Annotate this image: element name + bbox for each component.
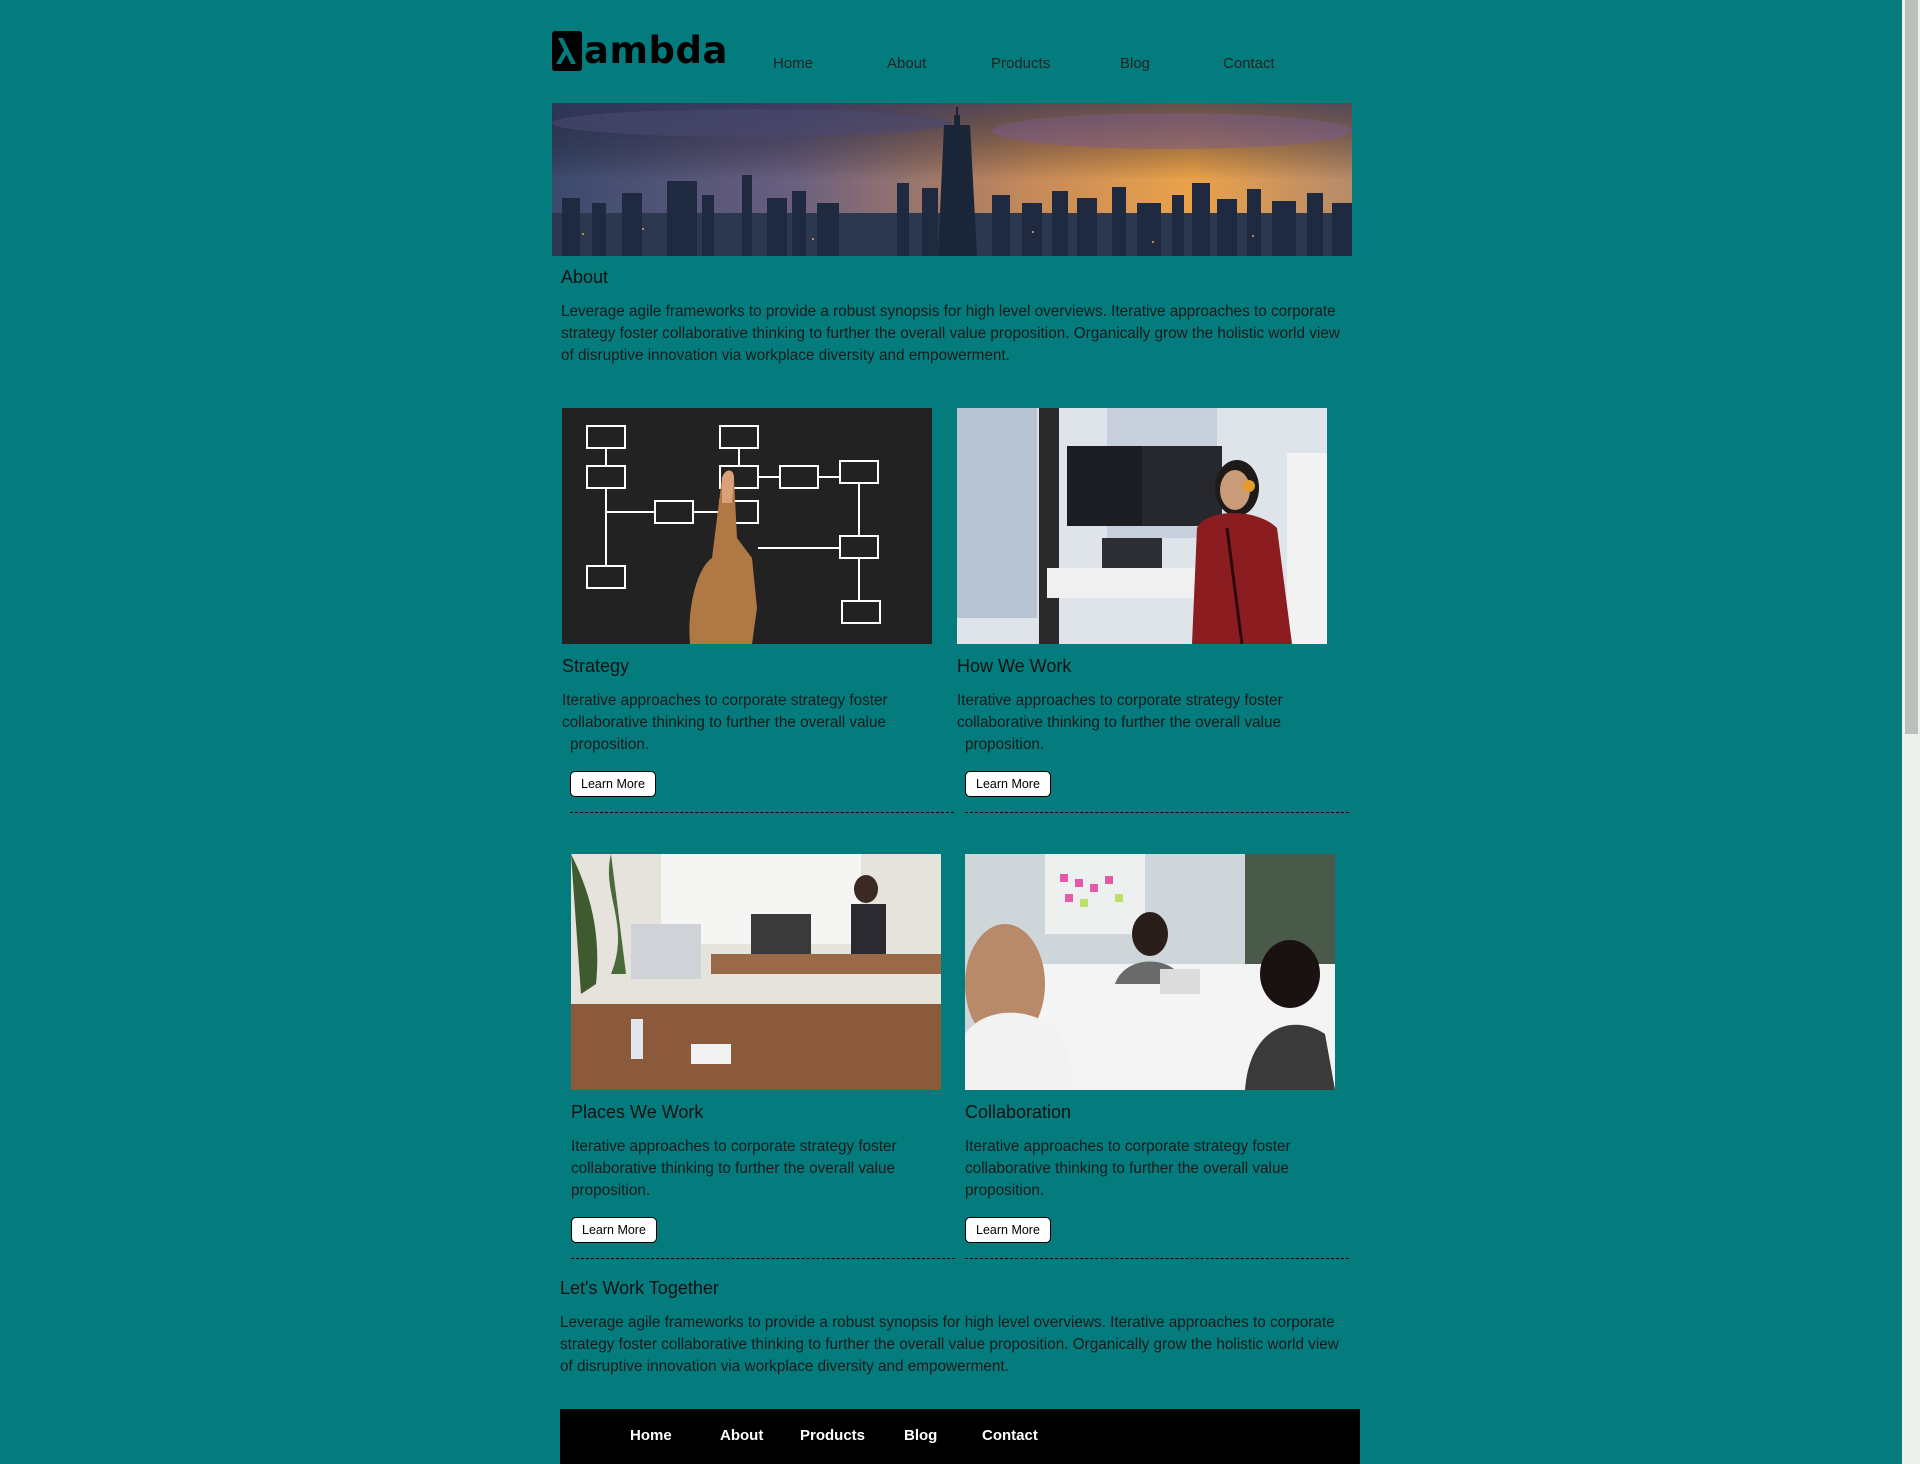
card-collaboration-text: Iterative approaches to corporate strate… xyxy=(965,1136,1335,1202)
nav-home[interactable]: Home xyxy=(773,55,813,72)
card-places-we-work-line3: proposition. xyxy=(571,1182,651,1199)
strategy-learn-more-button[interactable]: Learn More xyxy=(570,771,656,797)
footer-nav-blog[interactable]: Blog xyxy=(904,1427,937,1444)
about-text: Leverage agile frameworks to provide a r… xyxy=(561,303,1340,364)
card-places-we-work-title: Places We Work xyxy=(571,1102,704,1122)
card-strategy-line3: proposition. xyxy=(570,736,650,753)
scrollbar-thumb[interactable] xyxy=(1905,0,1918,734)
places-we-work-image xyxy=(571,854,941,1090)
nav-about[interactable]: About xyxy=(887,55,926,72)
card-collaboration-title: Collaboration xyxy=(965,1102,1072,1122)
vertical-scrollbar[interactable] xyxy=(1902,0,1920,1464)
work-together-heading: Let's Work Together xyxy=(560,1278,719,1298)
divider xyxy=(965,812,1349,813)
places-we-work-learn-more-button[interactable]: Learn More xyxy=(571,1217,657,1243)
card-strategy-line1: Iterative approaches to corporate strate… xyxy=(562,692,888,709)
card-how-we-work-line3: proposition. xyxy=(965,736,1045,753)
footer-nav-home[interactable]: Home xyxy=(630,1427,672,1444)
how-we-work-learn-more-button[interactable]: Learn More xyxy=(965,771,1051,797)
divider xyxy=(570,812,954,813)
card-how-we-work-line1: Iterative approaches to corporate strate… xyxy=(957,692,1283,709)
nav-products[interactable]: Products xyxy=(991,55,1050,72)
card-places-we-work-text: Iterative approaches to corporate strate… xyxy=(571,1136,941,1202)
collaboration-learn-more-button[interactable]: Learn More xyxy=(965,1217,1051,1243)
strategy-image xyxy=(562,408,932,644)
card-how-we-work-title: How We Work xyxy=(957,656,1072,676)
page: ambda Home About Products Blog Contact A… xyxy=(0,0,1920,1464)
card-strategy-text: Iterative approaches to corporate strate… xyxy=(562,690,932,756)
footer-nav-contact[interactable]: Contact xyxy=(982,1427,1038,1444)
footer-nav: Home About Products Blog Contact xyxy=(560,1409,1360,1464)
about-heading: About xyxy=(561,267,609,287)
card-places-we-work-line1: Iterative approaches to corporate strate… xyxy=(571,1138,897,1155)
card-how-we-work-text: Iterative approaches to corporate strate… xyxy=(957,690,1327,756)
hero-skyline-image xyxy=(552,103,1352,256)
card-strategy-line2: collaborative thinking to further the ov… xyxy=(562,714,886,731)
lambda-icon xyxy=(552,31,582,71)
card-collaboration-line2: collaborative thinking to further the ov… xyxy=(965,1160,1289,1177)
divider xyxy=(571,1258,955,1259)
card-strategy-title: Strategy xyxy=(562,656,630,676)
how-we-work-image xyxy=(957,408,1327,644)
card-how-we-work-line2: collaborative thinking to further the ov… xyxy=(957,714,1281,731)
lambda-logo[interactable]: ambda xyxy=(552,30,727,72)
footer-nav-products[interactable]: Products xyxy=(800,1427,865,1444)
card-collaboration-line1: Iterative approaches to corporate strate… xyxy=(965,1138,1291,1155)
nav-contact[interactable]: Contact xyxy=(1223,55,1275,72)
footer-nav-about[interactable]: About xyxy=(720,1427,763,1444)
divider xyxy=(965,1258,1349,1259)
nav-blog[interactable]: Blog xyxy=(1120,55,1150,72)
card-collaboration-line3: proposition. xyxy=(965,1182,1045,1199)
card-places-we-work-line2: collaborative thinking to further the ov… xyxy=(571,1160,895,1177)
collaboration-image xyxy=(965,854,1335,1090)
work-together-text: Leverage agile frameworks to provide a r… xyxy=(560,1314,1339,1375)
logo-text: ambda xyxy=(584,29,728,72)
